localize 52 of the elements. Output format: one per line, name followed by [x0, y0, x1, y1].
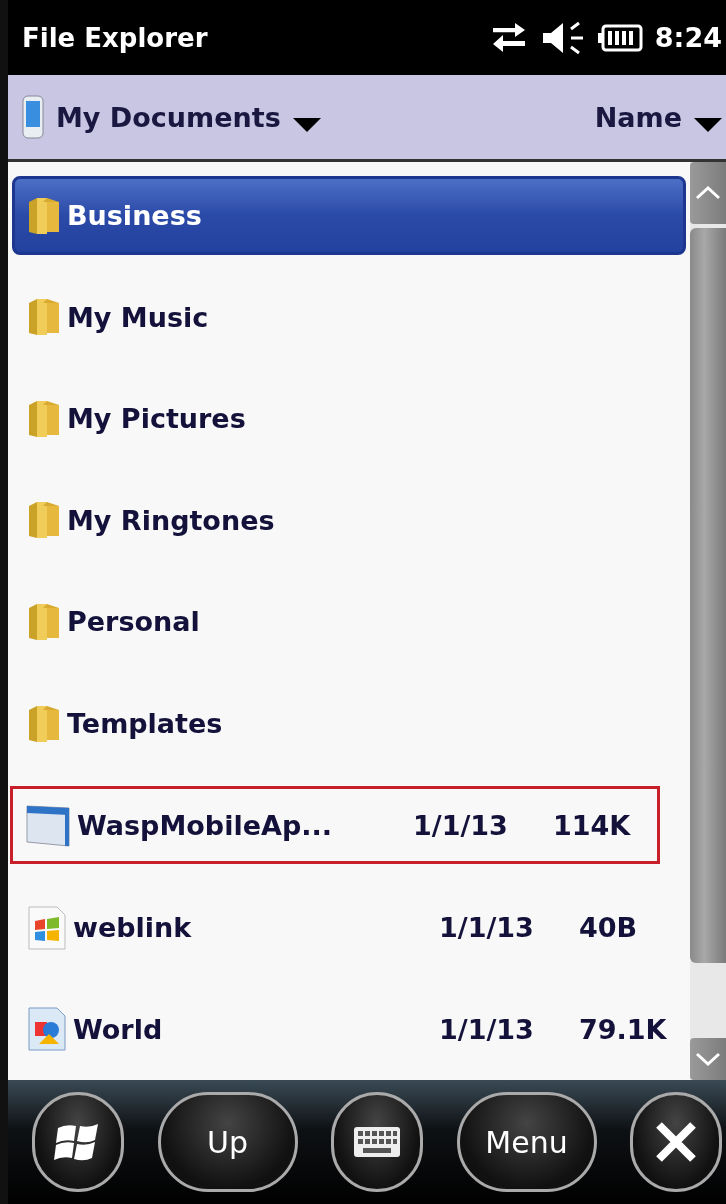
- softkey-button[interactable]: Up: [157, 1092, 298, 1192]
- folder-icon: [27, 601, 61, 642]
- file-date: 1/1/13: [413, 809, 509, 841]
- scroll-thumb[interactable]: [690, 228, 726, 963]
- file-item[interactable]: WaspMobileAp... 1/1/13 114K: [10, 786, 660, 864]
- file-name: My Music: [67, 301, 210, 333]
- folder-icon: [27, 297, 61, 338]
- close-icon: [654, 1120, 698, 1164]
- file-name: Templates: [67, 708, 224, 740]
- folder-icon: [27, 703, 61, 744]
- sort-dropdown[interactable]: Name: [580, 101, 726, 133]
- caret-icon: [292, 118, 321, 132]
- keyboard-icon: [353, 1126, 401, 1158]
- scroll-down-button[interactable]: [690, 1038, 726, 1080]
- file-size: 40B: [579, 912, 639, 944]
- file-name: World: [73, 1013, 164, 1045]
- battery-icon[interactable]: [596, 23, 643, 52]
- file-item[interactable]: My Ringtones: [12, 469, 686, 572]
- clock-time: 8:24: [654, 22, 722, 53]
- file-item[interactable]: World 1/1/13 79.1K: [12, 978, 686, 1080]
- windows-flag-icon: [27, 904, 67, 951]
- file-name: My Pictures: [67, 403, 247, 435]
- softkey-button[interactable]: Menu: [456, 1092, 597, 1192]
- caret-icon: [694, 118, 722, 132]
- phone-icon: [22, 95, 44, 139]
- file-item[interactable]: weblink 1/1/13 40B: [12, 876, 686, 979]
- file-item[interactable]: Templates: [12, 672, 686, 775]
- folder-icon: [27, 398, 61, 439]
- file-name: Business: [67, 200, 203, 232]
- file-name: weblink: [73, 912, 193, 944]
- speaker-muted-icon[interactable]: [540, 20, 585, 55]
- folder-icon: [27, 500, 61, 541]
- file-size: 114K: [553, 809, 632, 841]
- file-name: WaspMobileAp...: [77, 809, 333, 841]
- file-item[interactable]: My Pictures: [12, 368, 686, 470]
- app-title: File Explorer: [22, 22, 208, 53]
- chevron-up-icon: [695, 186, 721, 200]
- file-date: 1/1/13: [439, 1013, 535, 1045]
- file-item[interactable]: Personal: [12, 571, 686, 673]
- file-item[interactable]: My Music: [12, 266, 686, 368]
- file-size: 79.1K: [579, 1013, 668, 1045]
- window-icon: [25, 802, 71, 849]
- file-item[interactable]: Business: [12, 176, 686, 256]
- scrollbar[interactable]: [690, 162, 726, 1080]
- chevron-down-icon: [695, 1052, 721, 1066]
- file-name: My Ringtones: [67, 504, 276, 536]
- folder-icon: [27, 195, 61, 236]
- file-date: 1/1/13: [439, 912, 535, 944]
- document-icon: [27, 1006, 67, 1053]
- folder-dropdown[interactable]: My Documents: [8, 95, 325, 139]
- file-name: Personal: [67, 606, 201, 638]
- scroll-up-button[interactable]: [690, 162, 726, 224]
